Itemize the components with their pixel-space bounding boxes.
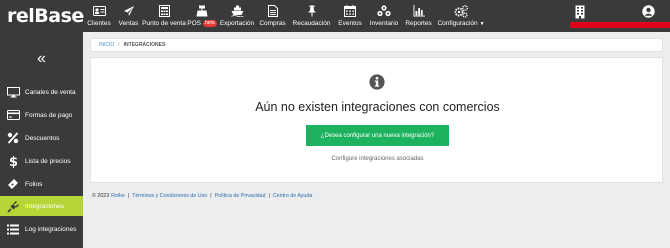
cash-register-icon — [195, 4, 209, 18]
calculator-icon — [157, 4, 171, 18]
main-nav: Clientes Ventas Punto de venta POS beta E… — [83, 0, 487, 32]
plug-icon — [4, 200, 22, 213]
nav-clientes[interactable]: Clientes — [83, 0, 115, 32]
nav-ventas[interactable]: Ventas — [115, 0, 142, 32]
nav-label: Exportación — [219, 20, 255, 27]
nav-label: Clientes — [87, 20, 111, 27]
info-icon — [369, 74, 385, 95]
sidebar-item-descuentos[interactable]: Descuentos — [0, 128, 83, 148]
nav-compras[interactable]: Compras — [256, 0, 289, 32]
nav-label: Configuración ▼ — [437, 20, 485, 27]
sidebar-item-label: Folios — [25, 180, 43, 188]
caret-down-icon: ▼ — [479, 20, 485, 27]
cubes-icon — [377, 4, 391, 18]
footer-privacy-link[interactable]: Política de Privacidad — [215, 193, 266, 199]
paper-plane-icon — [122, 4, 136, 18]
footer-brand-link[interactable]: Relke — [111, 193, 125, 199]
footer-terms-link[interactable]: Términos y Condiciones de Uso — [132, 193, 207, 199]
sidebar-item-canales-de-venta[interactable]: Canales de venta — [0, 82, 83, 102]
pin-icon — [305, 4, 319, 18]
id-card-icon — [92, 4, 106, 18]
footer-separator: | — [268, 193, 270, 199]
sidebar-item-label: Lista de precios — [25, 157, 71, 165]
top-navbar: relBase Clientes Ventas Punto de venta P… — [0, 0, 670, 32]
sidebar-collapse-button[interactable]: « — [0, 50, 83, 68]
nav-label: Inventario — [369, 20, 399, 27]
nav-label: Compras — [259, 20, 286, 27]
nav-recaudacion[interactable]: Recaudación — [289, 0, 334, 32]
ticket-icon — [4, 178, 22, 190]
beta-badge: beta — [203, 20, 217, 27]
breadcrumb-current: INTEGRACIONES — [123, 42, 166, 48]
breadcrumb: INICIO / INTEGRACIONES — [90, 38, 663, 52]
nav-label: Punto de venta — [142, 20, 186, 27]
sidebar: « Canales de venta Formas de pago Descue… — [0, 32, 83, 248]
dollar-icon: $ — [4, 154, 22, 168]
nav-pos[interactable]: POS beta — [186, 0, 218, 32]
empty-state-title: Aún no existen integraciones con comerci… — [255, 100, 500, 114]
cogs-icon — [454, 4, 468, 18]
percent-icon — [4, 132, 22, 144]
configure-integration-button[interactable]: ¿Desea configurar una nueva integración? — [306, 125, 449, 146]
calendar-icon — [343, 4, 357, 18]
top-right-area — [570, 0, 670, 32]
configure-associated-link[interactable]: Configure integraciones asociadas — [91, 156, 664, 162]
svg-text:$: $ — [9, 155, 17, 168]
footer-separator: | — [210, 193, 212, 199]
nav-label: Ventas — [118, 20, 139, 27]
document-icon — [266, 4, 280, 18]
sidebar-item-label: Integraciones — [25, 202, 65, 210]
sidebar-item-folios[interactable]: Folios — [0, 174, 83, 194]
footer-help-link[interactable]: Centro de Ayuda — [273, 193, 312, 199]
empty-state-panel: Aún no existen integraciones con comerci… — [90, 57, 663, 183]
nav-label: Reportes — [405, 20, 432, 27]
redacted-account-bar — [570, 22, 670, 28]
user-avatar-icon[interactable] — [642, 5, 655, 23]
breadcrumb-separator: / — [118, 42, 120, 48]
sidebar-item-formas-de-pago[interactable]: Formas de pago — [0, 105, 83, 125]
nav-exportacion[interactable]: Exportación — [218, 0, 256, 32]
sidebar-item-label: Canales de venta — [25, 88, 76, 96]
nav-reportes[interactable]: Reportes — [402, 0, 435, 32]
footer-separator: | — [127, 193, 130, 199]
ship-icon — [230, 4, 244, 18]
nav-inventario[interactable]: Inventario — [366, 0, 402, 32]
sidebar-item-label: Log integraciones — [25, 225, 77, 233]
monitor-icon — [4, 86, 22, 98]
nav-label: Eventos — [338, 20, 362, 27]
nav-configuracion[interactable]: Configuración ▼ — [435, 0, 487, 32]
footer: © 2023 Relke | Términos y Condiciones de… — [92, 193, 312, 199]
sidebar-item-lista-de-precios[interactable]: $ Lista de precios — [0, 151, 83, 171]
breadcrumb-home-link[interactable]: INICIO — [99, 42, 114, 48]
sidebar-item-log-integraciones[interactable]: Log integraciones — [0, 219, 83, 239]
list-icon — [4, 224, 22, 235]
nav-label: Recaudación — [292, 20, 331, 27]
nav-label: POS beta — [187, 20, 217, 27]
bar-chart-icon — [412, 4, 426, 18]
app-logo[interactable]: relBase — [7, 5, 84, 27]
sidebar-item-integraciones[interactable]: Integraciones — [0, 196, 83, 216]
sidebar-item-label: Formas de pago — [25, 111, 73, 119]
nav-punto-de-venta[interactable]: Punto de venta — [142, 0, 186, 32]
credit-card-icon — [4, 110, 22, 120]
footer-copyright: © 2023 — [92, 193, 110, 199]
sidebar-item-label: Descuentos — [25, 134, 60, 142]
nav-eventos[interactable]: Eventos — [334, 0, 366, 32]
